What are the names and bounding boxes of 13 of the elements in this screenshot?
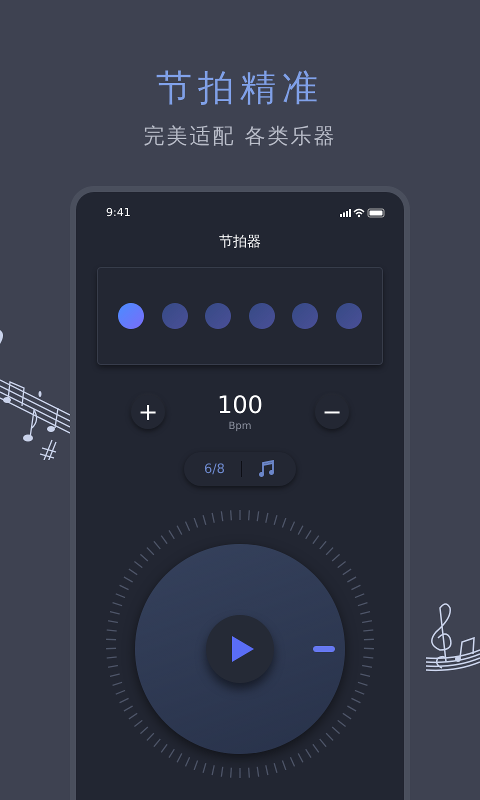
bpm-value: 100	[217, 391, 263, 419]
headline: 节拍精准	[156, 67, 324, 111]
subtitle: 完美适配 各类乐器	[144, 123, 336, 150]
increase-button[interactable]: +	[131, 394, 165, 428]
time-signature-button[interactable]: 6/8	[204, 462, 225, 476]
status-icons	[340, 208, 386, 218]
bpm-unit: Bpm	[228, 421, 252, 432]
screen-title: 节拍器	[219, 233, 261, 251]
play-icon	[232, 636, 254, 662]
music-note-icon[interactable]	[258, 460, 276, 478]
decrease-button[interactable]: −	[315, 394, 349, 428]
status-time: 9:41	[106, 206, 131, 219]
dial-indicator	[313, 646, 335, 652]
